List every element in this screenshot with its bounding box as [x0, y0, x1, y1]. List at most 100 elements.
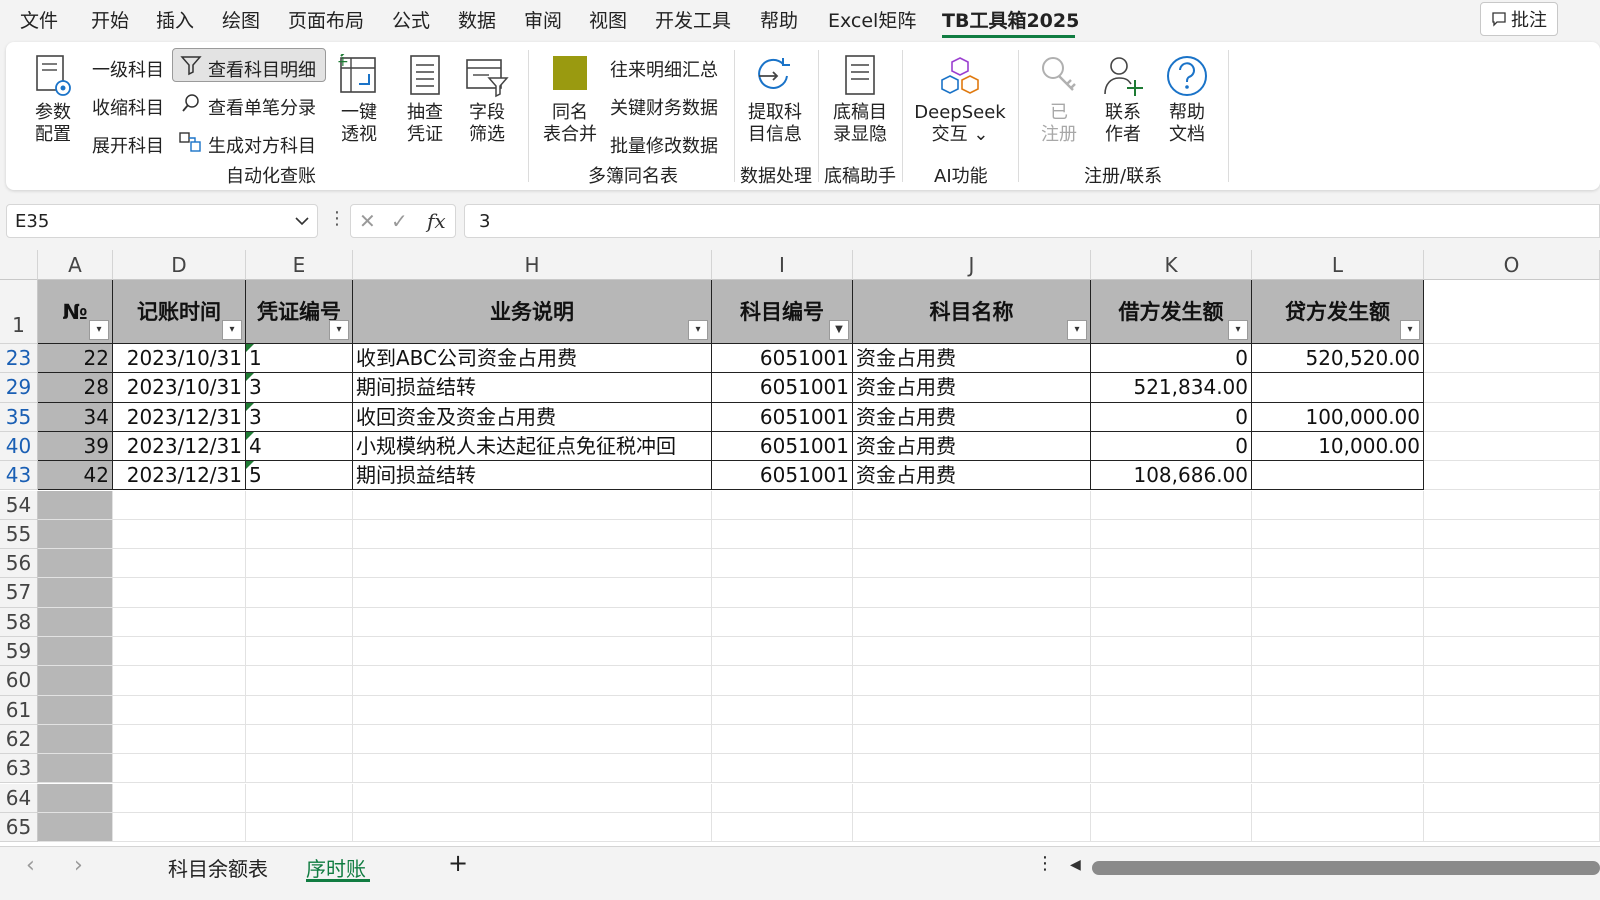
table-cell[interactable]	[38, 637, 113, 667]
table-cell[interactable]: 收回资金及资金占用费	[353, 402, 712, 432]
col-i-header[interactable]: I	[712, 250, 853, 280]
collapse-subject-button[interactable]: 收缩科目	[92, 94, 164, 120]
formula-input[interactable]: 3	[464, 204, 1600, 238]
table-cell[interactable]	[113, 754, 246, 784]
table-cell[interactable]	[113, 783, 246, 813]
table-cell[interactable]	[38, 490, 113, 520]
draft-catalog-toggle-button[interactable]: 底稿目 录显隐	[830, 54, 890, 146]
table-cell[interactable]: 6051001	[712, 402, 853, 432]
table-cell[interactable]: 2023/10/31	[113, 373, 246, 403]
filter-dropdown-icon[interactable]: ▾	[1400, 320, 1420, 340]
table-cell[interactable]: 22	[38, 344, 113, 374]
row-header[interactable]: 40	[0, 431, 38, 462]
table-cell[interactable]	[38, 666, 113, 696]
table-cell[interactable]	[853, 490, 1091, 520]
table-cell[interactable]: 6051001	[712, 344, 853, 374]
col-h-header[interactable]: H	[353, 250, 712, 280]
registered-button[interactable]: 已 注册	[1036, 54, 1082, 146]
table-cell[interactable]	[1252, 812, 1424, 843]
row-header[interactable]: 63	[0, 754, 38, 784]
table-cell[interactable]: 资金占用费	[853, 373, 1091, 403]
table-cell[interactable]	[1091, 754, 1252, 784]
table-cell[interactable]	[1252, 519, 1424, 550]
menu-view[interactable]: 视图	[589, 6, 627, 33]
table-cell[interactable]	[1252, 754, 1424, 784]
function-icon[interactable]: fx	[427, 209, 446, 233]
menu-developer[interactable]: 开发工具	[655, 6, 731, 33]
filter-dropdown-icon[interactable]: ▾	[89, 320, 109, 340]
name-box[interactable]: E35	[6, 204, 318, 238]
filter-dropdown-icon[interactable]: ▾	[688, 320, 708, 340]
table-cell[interactable]	[1424, 754, 1600, 784]
scroll-left-icon[interactable]: ◀	[1070, 857, 1081, 873]
tab-journal[interactable]: 序时账	[306, 853, 366, 882]
table-cell[interactable]	[712, 607, 853, 637]
extract-subject-info-button[interactable]: 提取科 目信息	[746, 54, 804, 146]
row-header[interactable]: 56	[0, 549, 38, 579]
view-single-entry-button[interactable]: 查看单笔分录	[208, 94, 316, 120]
table-cell[interactable]	[853, 519, 1091, 550]
table-cell[interactable]	[246, 724, 353, 755]
table-cell[interactable]	[1252, 490, 1424, 520]
row-header[interactable]: 61	[0, 695, 38, 725]
table-cell[interactable]	[246, 812, 353, 843]
table-cell[interactable]	[353, 812, 712, 843]
col-d-header[interactable]: D	[113, 250, 246, 280]
help-doc-button[interactable]: 帮助 文档	[1164, 54, 1210, 146]
menu-draw[interactable]: 绘图	[222, 6, 260, 33]
table-cell[interactable]	[1424, 519, 1600, 550]
table-cell[interactable]	[1252, 695, 1424, 725]
table-cell[interactable]	[712, 724, 853, 755]
prev-sheet-icon[interactable]: ‹	[26, 853, 35, 878]
table-cell[interactable]	[246, 695, 353, 725]
contact-author-button[interactable]: 联系 作者	[1100, 54, 1146, 146]
chevron-down-icon[interactable]	[293, 209, 311, 233]
table-cell[interactable]	[38, 607, 113, 637]
deepseek-button[interactable]: DeepSeek 交互 ⌄	[914, 54, 1006, 146]
table-cell[interactable]: 2023/12/31	[113, 431, 246, 462]
table-cell[interactable]	[113, 637, 246, 667]
table-cell[interactable]: 小规模纳税人未达起征点免征税冲回	[353, 431, 712, 462]
table-cell[interactable]: 39	[38, 431, 113, 462]
table-cell[interactable]	[853, 724, 1091, 755]
table-cell[interactable]	[1252, 637, 1424, 667]
table-cell[interactable]	[353, 637, 712, 667]
table-cell[interactable]	[353, 724, 712, 755]
table-cell[interactable]	[113, 549, 246, 579]
table-cell[interactable]: 4	[246, 431, 353, 462]
table-cell[interactable]: 2023/12/31	[113, 461, 246, 491]
table-cell[interactable]	[246, 666, 353, 696]
table-cell[interactable]	[38, 754, 113, 784]
table-cell[interactable]	[1424, 431, 1600, 462]
filter-dropdown-icon[interactable]: ▾	[329, 320, 349, 340]
table-cell[interactable]	[1091, 490, 1252, 520]
table-cell[interactable]	[38, 549, 113, 579]
table-cell[interactable]: 0	[1091, 344, 1252, 374]
table-cell[interactable]	[38, 578, 113, 608]
table-cell[interactable]	[853, 754, 1091, 784]
col-e-header[interactable]: E	[246, 250, 353, 280]
table-cell[interactable]	[1424, 402, 1600, 432]
table-header-cell[interactable]: 业务说明 ▾	[353, 280, 712, 344]
table-cell[interactable]: 期间损益结转	[353, 373, 712, 403]
table-cell[interactable]	[1424, 549, 1600, 579]
table-cell[interactable]: 资金占用费	[853, 431, 1091, 462]
table-cell[interactable]: 100,000.00	[1252, 402, 1424, 432]
table-cell[interactable]: 资金占用费	[853, 344, 1091, 374]
table-cell[interactable]	[246, 637, 353, 667]
table-cell[interactable]: 1	[246, 344, 353, 374]
row-header[interactable]: 43	[0, 461, 38, 491]
table-cell[interactable]	[1424, 724, 1600, 755]
table-cell[interactable]	[1252, 373, 1424, 403]
row-header[interactable]: 57	[0, 578, 38, 608]
table-cell[interactable]	[712, 549, 853, 579]
filter-dropdown-icon[interactable]: ▾	[1228, 320, 1248, 340]
table-cell[interactable]	[113, 724, 246, 755]
table-cell[interactable]	[1091, 549, 1252, 579]
row-header[interactable]: 65	[0, 812, 38, 843]
one-click-pivot-button[interactable]: + 一键 透视	[336, 54, 382, 146]
table-cell[interactable]	[113, 666, 246, 696]
table-cell[interactable]	[1252, 578, 1424, 608]
table-cell[interactable]	[246, 549, 353, 579]
table-cell[interactable]	[38, 812, 113, 843]
